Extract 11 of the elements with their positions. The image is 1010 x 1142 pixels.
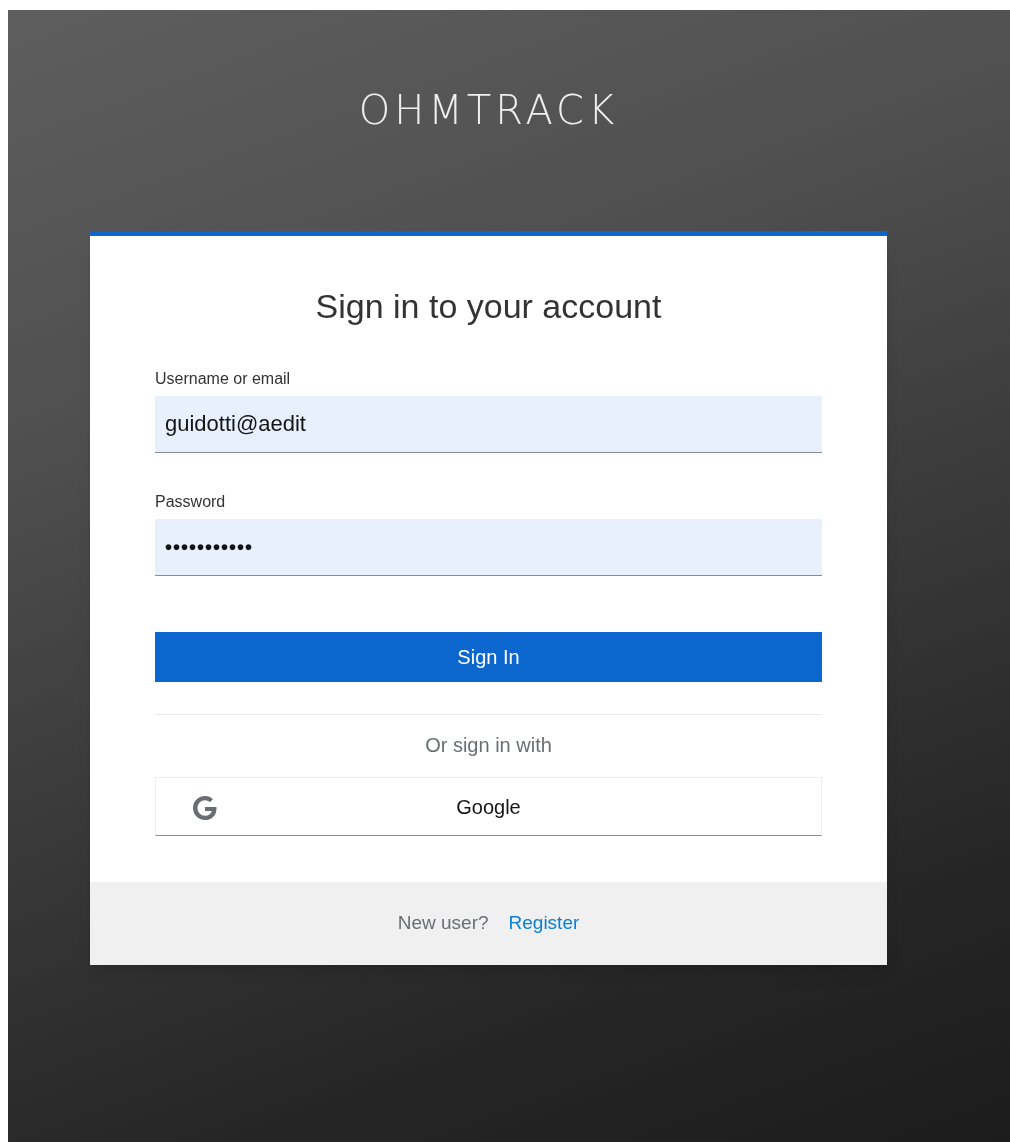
- divider-text: Or sign in with: [424, 733, 553, 758]
- username-field[interactable]: guidotti@aedit: [155, 396, 822, 453]
- register-link[interactable]: Register: [508, 909, 580, 938]
- field-label: Username or email: [155, 369, 292, 389]
- new-user-text: New user?: [397, 911, 489, 936]
- field-label: Password: [155, 492, 227, 512]
- brand-title: OHMTRACK: [358, 88, 619, 132]
- password-field[interactable]: •••••••••••: [155, 519, 822, 576]
- card-heading: Sign in to your account: [314, 286, 663, 326]
- google-button[interactable]: Google: [155, 777, 822, 836]
- sign-in-button[interactable]: Sign In: [155, 632, 822, 682]
